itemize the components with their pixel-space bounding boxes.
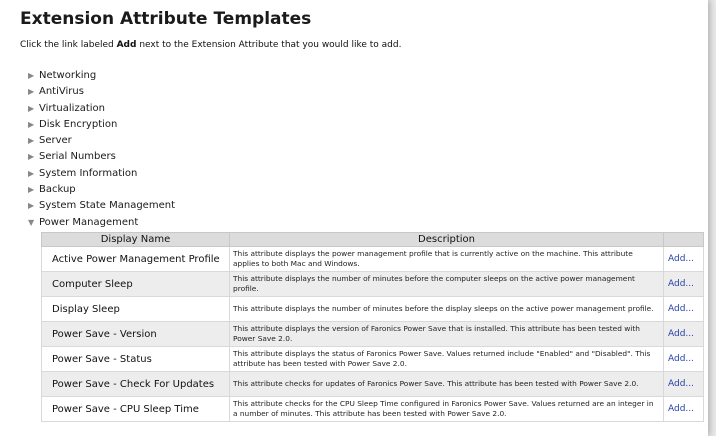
triangle-right-icon: ▶ [28, 168, 35, 178]
row-display-name: Power Save - CPU Sleep Time [41, 396, 230, 422]
tree-item-label: Virtualization [39, 102, 105, 114]
row-display-name: Power Save - Check For Updates [41, 371, 230, 397]
add-link[interactable]: Add... [663, 371, 704, 397]
tree-item-system-information[interactable]: ▶ System Information [28, 166, 175, 182]
row-display-name: Active Power Management Profile [41, 246, 230, 272]
tree-item-power-management[interactable]: ▼ Power Management [28, 215, 175, 231]
column-header-description: Description [229, 232, 664, 247]
triangle-right-icon: ▶ [28, 71, 35, 80]
row-description: This attribute displays the version of F… [233, 324, 640, 343]
tree-item-label: Backup [39, 184, 76, 196]
triangle-right-icon: ▶ [28, 119, 35, 129]
row-description: This attribute checks for updates of Far… [233, 379, 639, 388]
attributes-table: Display Name Description Active Power Ma… [41, 232, 704, 422]
instruction-text: Click the link labeled Add next to the E… [20, 40, 401, 50]
instruction-text-end: next to the Extension Attribute that you… [136, 40, 402, 50]
row-description: This attribute checks for the CPU Sleep … [233, 399, 654, 418]
column-header-action [663, 232, 704, 247]
tree-item-system-state-management[interactable]: ▶ System State Management [28, 198, 175, 214]
table-row: Power Save - Status This attribute displ… [41, 346, 704, 372]
category-tree: ▶ Networking ▶ AntiVirus ▶ Virtualization ▶… [28, 68, 175, 231]
tree-item-label: Serial Numbers [39, 151, 116, 163]
triangle-right-icon: ▶ [28, 87, 35, 97]
row-display-name: Power Save - Version [41, 321, 230, 347]
add-link[interactable]: Add... [663, 321, 704, 347]
add-link[interactable]: Add... [663, 246, 704, 272]
row-description: This attribute displays the power manage… [233, 249, 633, 268]
triangle-right-icon: ▶ [28, 185, 35, 195]
tree-item-server[interactable]: ▶ Server [28, 133, 175, 149]
tree-item-networking[interactable]: ▶ Networking [28, 68, 175, 84]
triangle-down-icon: ▼ [28, 217, 35, 227]
add-link[interactable]: Add... [663, 296, 704, 322]
add-link[interactable]: Add... [663, 396, 704, 422]
content-panel: Extension Attribute Templates Click the … [0, 0, 708, 436]
tree-item-disk-encryption[interactable]: ▶ Disk Encryption [28, 117, 175, 133]
tree-item-label: Power Management [39, 216, 139, 228]
instruction-text-bold: Add [116, 40, 137, 50]
table-row: Active Power Management Profile This att… [41, 246, 704, 272]
page-title: Extension Attribute Templates [20, 9, 312, 29]
column-header-display-name: Display Name [41, 232, 230, 247]
triangle-right-icon: ▶ [28, 201, 35, 211]
tree-item-serial-numbers[interactable]: ▶ Serial Numbers [28, 149, 175, 165]
table-row: Power Save - Version This attribute disp… [41, 321, 704, 347]
tree-item-label: AntiVirus [39, 86, 84, 98]
row-display-name: Power Save - Status [41, 346, 230, 372]
table-row: Display Sleep This attribute displays th… [41, 296, 704, 322]
row-description: This attribute displays the status of Fa… [233, 349, 651, 368]
table-row: Power Save - Check For Updates This attr… [41, 371, 704, 397]
row-description: This attribute displays the number of mi… [233, 274, 635, 293]
table-row: Power Save - CPU Sleep Time This attribu… [41, 396, 704, 422]
tree-item-label: Server [39, 135, 72, 147]
tree-item-virtualization[interactable]: ▶ Virtualization [28, 101, 175, 117]
tree-item-label: Networking [39, 70, 97, 81]
table-row: Computer Sleep This attribute displays t… [41, 271, 704, 297]
row-display-name: Computer Sleep [41, 271, 230, 297]
table-header-row: Display Name Description [41, 232, 704, 247]
triangle-right-icon: ▶ [28, 103, 35, 113]
add-link[interactable]: Add... [663, 271, 704, 297]
tree-item-label: System State Management [39, 200, 175, 212]
tree-item-label: System Information [39, 167, 138, 179]
triangle-right-icon: ▶ [28, 152, 35, 162]
row-description: This attribute displays the number of mi… [233, 304, 654, 313]
add-link[interactable]: Add... [663, 346, 704, 372]
row-display-name: Display Sleep [41, 296, 230, 322]
tree-item-label: Disk Encryption [39, 118, 118, 130]
tree-item-antivirus[interactable]: ▶ AntiVirus [28, 84, 175, 100]
instruction-text-start: Click the link labeled [20, 40, 117, 50]
triangle-right-icon: ▶ [28, 136, 35, 146]
tree-item-backup[interactable]: ▶ Backup [28, 182, 175, 198]
